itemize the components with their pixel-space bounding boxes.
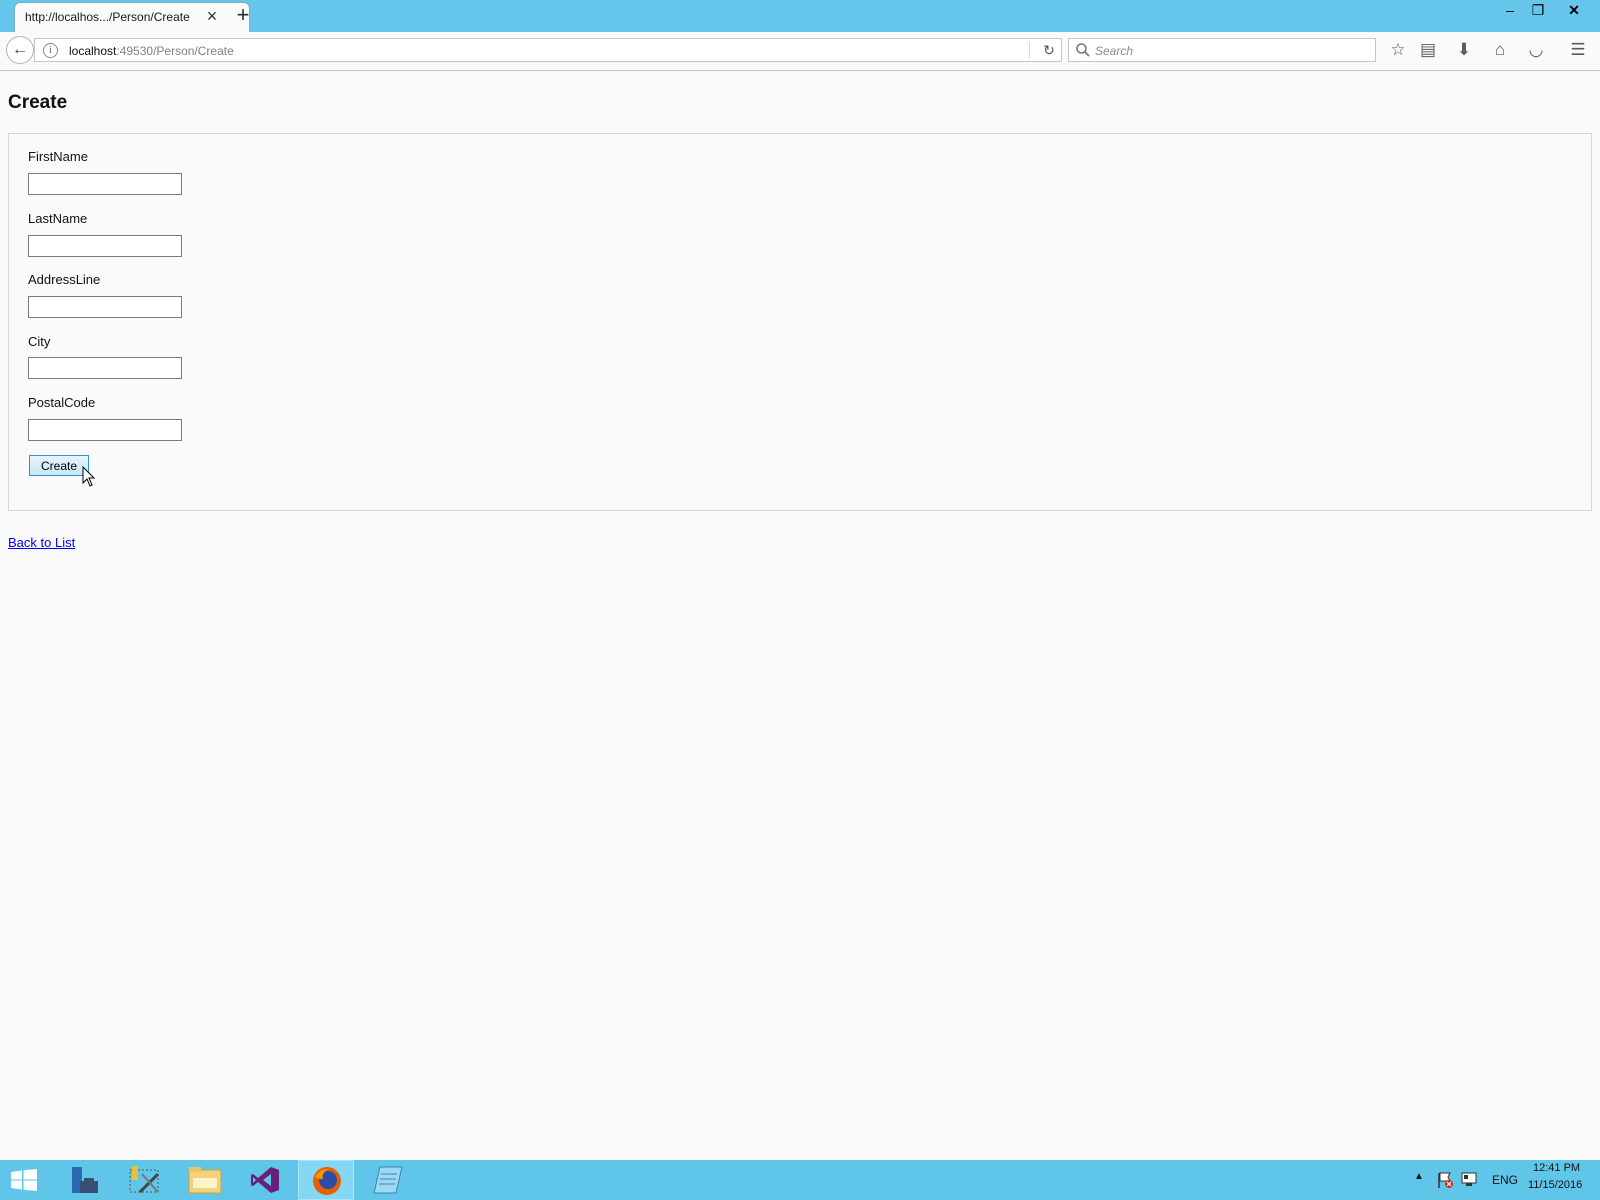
- windows-logo-icon: [11, 1169, 37, 1191]
- taskbar-firefox[interactable]: [298, 1160, 354, 1200]
- firstname-label: FirstName: [28, 149, 88, 164]
- browser-titlebar: http://localhos.../Person/Create × + – ❐…: [0, 0, 1600, 32]
- back-to-list-link[interactable]: Back to List: [8, 535, 75, 550]
- close-tab-icon[interactable]: ×: [203, 7, 221, 25]
- url-separator: [1029, 42, 1030, 58]
- clock-time[interactable]: 12:41 PM: [1533, 1162, 1580, 1174]
- action-center-flag-icon[interactable]: [1436, 1171, 1454, 1189]
- url-text: localhost:49530/Person/Create: [69, 44, 234, 58]
- addressline-label: AddressLine: [28, 272, 101, 287]
- postalcode-field[interactable]: [28, 419, 182, 441]
- taskbar-visual-studio[interactable]: [237, 1160, 293, 1200]
- search-input[interactable]: Search: [1068, 38, 1376, 62]
- info-icon[interactable]: i: [43, 43, 58, 58]
- home-icon[interactable]: ⌂: [1488, 38, 1512, 62]
- notepad-icon: [373, 1166, 403, 1194]
- network-icon[interactable]: [1460, 1170, 1478, 1188]
- back-button[interactable]: ←: [6, 36, 34, 64]
- bookmark-star-icon[interactable]: ☆: [1386, 38, 1410, 62]
- visual-studio-icon: [251, 1167, 279, 1193]
- create-button[interactable]: Create: [29, 455, 89, 476]
- minimize-icon[interactable]: –: [1496, 0, 1524, 22]
- restore-icon[interactable]: ❐: [1524, 0, 1552, 22]
- new-tab-icon[interactable]: +: [232, 4, 254, 26]
- navigation-toolbar: i localhost:49530/Person/Create ↻ ← Sear…: [0, 32, 1600, 71]
- pocket-icon[interactable]: ◡: [1524, 38, 1548, 62]
- server-manager-icon: [72, 1167, 98, 1193]
- postalcode-label: PostalCode: [28, 395, 96, 410]
- search-icon: [1076, 43, 1090, 57]
- download-icon[interactable]: ⬇: [1452, 38, 1476, 62]
- reload-icon[interactable]: ↻: [1039, 40, 1059, 60]
- firstname-field[interactable]: [28, 173, 182, 195]
- lastname-field[interactable]: [28, 235, 182, 257]
- folder-icon: [188, 1167, 222, 1194]
- create-form-fieldset: [8, 133, 1592, 511]
- taskbar-file-explorer[interactable]: [176, 1160, 232, 1200]
- menu-icon[interactable]: ☰: [1566, 38, 1590, 62]
- language-indicator[interactable]: ENG: [1492, 1173, 1518, 1187]
- taskbar-server-manager[interactable]: [56, 1160, 112, 1200]
- lastname-label: LastName: [28, 211, 88, 226]
- addressline-field[interactable]: [28, 296, 182, 318]
- city-label: City: [28, 334, 51, 349]
- reading-list-icon[interactable]: ▤: [1416, 38, 1440, 62]
- browser-tab[interactable]: http://localhos.../Person/Create ×: [14, 2, 250, 32]
- clock-date[interactable]: 11/15/2016: [1528, 1179, 1582, 1191]
- admin-tools-icon: [129, 1166, 160, 1194]
- taskbar-notepad[interactable]: [360, 1160, 416, 1200]
- city-field[interactable]: [28, 357, 182, 379]
- page-title: Create: [8, 92, 68, 113]
- close-window-icon[interactable]: ✕: [1556, 0, 1592, 22]
- start-button[interactable]: [0, 1160, 50, 1200]
- url-bar[interactable]: i localhost:49530/Person/Create ↻: [34, 38, 1062, 62]
- show-hidden-icons[interactable]: ▲: [1414, 1171, 1424, 1182]
- tab-title: http://localhos.../Person/Create: [25, 10, 190, 24]
- windows-taskbar: ▲ ENG 12:41 PM 11/15/2016: [0, 1160, 1600, 1200]
- search-placeholder: Search: [1095, 44, 1134, 58]
- mouse-cursor-icon: [82, 466, 96, 487]
- taskbar-admin-tools[interactable]: [116, 1160, 172, 1200]
- firefox-icon: [313, 1167, 341, 1195]
